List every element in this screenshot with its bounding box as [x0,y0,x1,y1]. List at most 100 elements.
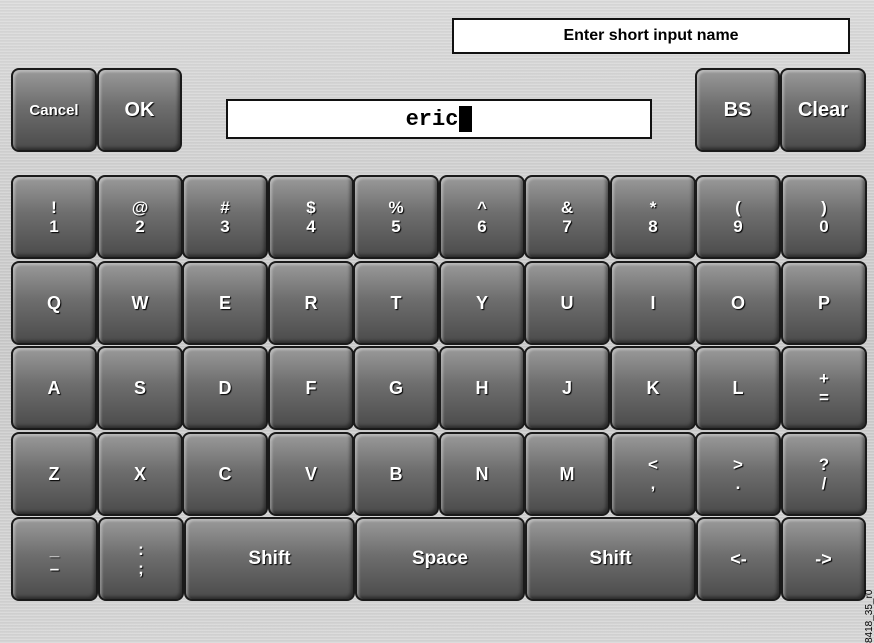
key-o[interactable]: O [695,261,781,345]
cancel-button-label: Cancel [29,101,79,119]
key-u[interactable]: U [524,261,610,345]
key-r0c1[interactable]: @2 [97,175,183,259]
key-upper-char: ) [821,198,827,217]
key-upper-char: ! [51,198,57,217]
key-r3c8[interactable]: >. [695,432,781,516]
key-lower-char: = [819,388,829,407]
key-r[interactable]: R [268,261,354,345]
key-n[interactable]: N [439,432,525,516]
key-r0c0[interactable]: ! 1 [11,175,97,259]
key-lower-char: 3 [220,217,230,236]
shift-right-key[interactable]: Shift [525,517,696,601]
key-upper-char: & [560,198,574,217]
key-upper-char: % [388,198,404,217]
key-lower-char: 9 [733,217,743,236]
key-label: J [561,377,572,398]
key-r3c9[interactable]: ? / [781,432,867,516]
key-x[interactable]: X [97,432,183,516]
space-label: Space [412,548,468,569]
key-lower-char: ; [138,559,144,578]
key-d[interactable]: D [182,346,268,430]
key-lower-char: – [49,559,60,578]
key-upper-char: # [220,198,230,217]
key-upper-char: ^ [477,198,487,217]
key-r0c9[interactable]: ) 0 [781,175,867,259]
key-q[interactable]: Q [11,261,97,345]
key-r2c9[interactable]: + = [781,346,867,430]
key-lower-char: , [650,474,656,493]
key-lower-char: / [821,474,827,493]
key-m[interactable]: M [524,432,610,516]
key-upper-char: : [138,540,144,559]
key-r0c6[interactable]: & 7 [524,175,610,259]
key-upper-char: ? [818,455,830,474]
cancel-button[interactable]: Cancel [11,68,97,152]
key-label: V [304,463,317,484]
ok-button[interactable]: OK [97,68,182,152]
key-label: T [390,292,402,313]
key-lower-char: . [735,474,741,493]
key-s[interactable]: S [97,346,183,430]
key-h[interactable]: H [439,346,525,430]
key-z[interactable]: Z [11,432,97,516]
key-label: F [305,377,317,398]
key-v[interactable]: V [268,432,354,516]
right-arrow-label: -> [815,548,832,569]
key-upper-char: + [819,369,829,388]
ok-button-label: OK [124,98,155,121]
key-r3c7[interactable]: <, [610,432,696,516]
key-lower-char: 8 [648,217,658,236]
clear-button[interactable]: Clear [780,68,866,152]
key-w[interactable]: W [97,261,183,345]
key-l[interactable]: L [695,346,781,430]
left-arrow-key[interactable]: <- [696,517,781,601]
backspace-button-label: BS [723,98,752,121]
key-r0c8[interactable]: (9 [695,175,781,259]
colon-key[interactable]: : ; [98,517,184,601]
side-id-label: 8418_35_r0 [864,589,874,643]
clear-button-label: Clear [797,98,849,121]
space-key[interactable]: Space [355,517,525,601]
right-arrow-key[interactable]: -> [781,517,866,601]
shift-left-key[interactable]: Shift [184,517,355,601]
key-label: G [388,377,403,398]
key-e[interactable]: E [182,261,268,345]
key-c[interactable]: C [182,432,268,516]
key-r0c7[interactable]: * 8 [610,175,696,259]
key-r0c5[interactable]: ^ 6 [439,175,525,259]
key-label: U [560,292,574,313]
key-label: A [47,377,61,398]
key-t[interactable]: T [353,261,439,345]
key-upper-char: * [649,198,657,217]
key-f[interactable]: F [268,346,354,430]
key-y[interactable]: Y [439,261,525,345]
key-label: Y [475,292,488,313]
key-lower-char: 7 [562,217,572,236]
left-arrow-label: <- [730,548,747,569]
key-g[interactable]: G [353,346,439,430]
key-label: B [389,463,403,484]
key-i[interactable]: I [610,261,696,345]
key-label: E [218,292,231,313]
key-label: R [304,292,318,313]
key-p[interactable]: P [781,261,867,345]
name-input[interactable]: eric [226,99,652,139]
key-label: W [131,292,149,313]
key-lower-char: 4 [306,217,316,236]
key-b[interactable]: B [353,432,439,516]
key-upper-char: $ [306,198,316,217]
key-label: N [475,463,489,484]
underscore-key[interactable]: _ – [11,517,98,601]
key-upper-char: _ [49,540,60,559]
key-r0c4[interactable]: % 5 [353,175,439,259]
shift-right-label: Shift [589,548,632,569]
key-j[interactable]: J [524,346,610,430]
backspace-button[interactable]: BS [695,68,780,152]
key-r0c3[interactable]: $4 [268,175,354,259]
key-label: M [559,463,575,484]
key-a[interactable]: A [11,346,97,430]
key-lower-char: 0 [819,217,829,236]
key-k[interactable]: K [610,346,696,430]
key-label: L [732,377,744,398]
key-r0c2[interactable]: #3 [182,175,268,259]
